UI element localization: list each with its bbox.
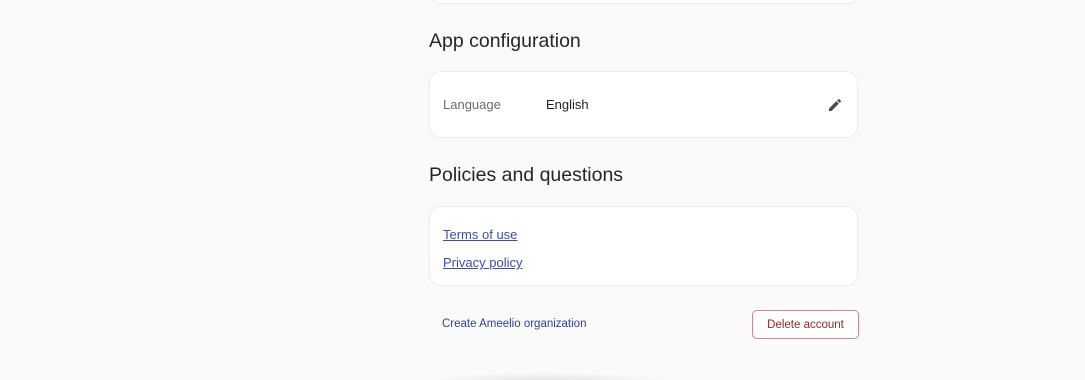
delete-account-button[interactable]: Delete account	[752, 310, 859, 339]
privacy-policy-link[interactable]: Privacy policy	[443, 255, 522, 271]
bottom-shadow	[420, 372, 670, 380]
policies-title: Policies and questions	[429, 164, 624, 186]
pencil-icon	[829, 98, 842, 111]
app-configuration-title: App configuration	[429, 30, 581, 52]
policies-card: Terms of use Privacy policy	[429, 206, 858, 286]
language-value: English	[546, 97, 589, 112]
edit-language-button[interactable]	[825, 95, 845, 115]
terms-of-use-link[interactable]: Terms of use	[443, 227, 517, 243]
settings-page: App configuration Language English Polic…	[0, 0, 1085, 380]
app-configuration-card: Language English	[429, 71, 858, 138]
previous-section-card	[429, 0, 860, 4]
language-label: Language	[443, 97, 501, 112]
create-organization-link[interactable]: Create Ameelio organization	[442, 317, 586, 331]
